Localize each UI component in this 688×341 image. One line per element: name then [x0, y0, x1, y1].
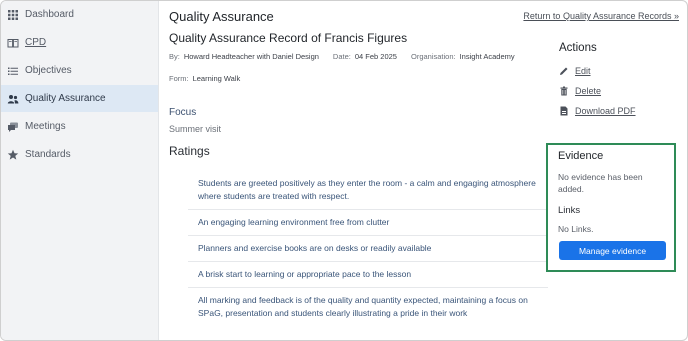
star-icon: [7, 149, 19, 161]
grid-icon: [7, 9, 19, 21]
meta-organisation: Organisation: Insight Academy: [411, 52, 515, 61]
rating-item: Students are greeted positively as they …: [188, 171, 548, 210]
meta-date: Date: 04 Feb 2025: [333, 52, 397, 61]
sidebar-item-meetings[interactable]: Meetings: [1, 113, 158, 140]
rating-item: All marking and feedback is of the quali…: [198, 295, 528, 318]
rating-item: An engaging learning environment free fr…: [188, 210, 548, 236]
rating-item: Planners and exercise books are on desks…: [188, 236, 548, 262]
sidebar-item-label: Dashboard: [25, 9, 74, 20]
delete-action[interactable]: Delete: [559, 86, 601, 96]
record-meta: By: Howard Headteacher with Daniel Design…: [169, 52, 515, 61]
pencil-icon: [559, 66, 569, 76]
meta-by-label: By:: [169, 52, 180, 61]
ratings-heading: Ratings: [169, 144, 210, 158]
meta-form-label: Form:: [169, 74, 189, 83]
record-title: Quality Assurance Record of Francis Figu…: [169, 31, 408, 45]
manage-evidence-button[interactable]: Manage evidence: [559, 241, 666, 260]
edit-link[interactable]: Edit: [575, 66, 591, 76]
sidebar-item-label: Quality Assurance: [25, 93, 106, 104]
sidebar-item-standards[interactable]: Standards: [1, 141, 158, 168]
meta-by: By: Howard Headteacher with Daniel Design: [169, 52, 319, 61]
sidebar-item-label: Objectives: [25, 65, 72, 76]
return-to-records-link[interactable]: Return to Quality Assurance Records »: [523, 11, 679, 21]
evidence-heading: Evidence: [558, 150, 604, 162]
chat-icon: [7, 121, 19, 133]
meta-form: Form: Learning Walk: [169, 74, 240, 83]
download-pdf-link[interactable]: Download PDF: [575, 106, 636, 116]
meta-form-value: Learning Walk: [192, 74, 241, 83]
evidence-empty-text: No evidence has been added.: [558, 172, 643, 194]
app-window: Dashboard CPD Objectives Quality Assuran…: [0, 0, 688, 341]
list-icon: [7, 65, 19, 77]
sidebar-item-label: Meetings: [25, 121, 66, 132]
edit-action[interactable]: Edit: [559, 66, 591, 76]
actions-heading: Actions: [559, 42, 597, 54]
page-title: Quality Assurance: [169, 9, 274, 24]
sidebar-nav: Dashboard CPD Objectives Quality Assuran…: [1, 1, 158, 168]
meta-org-value: Insight Academy: [459, 52, 515, 61]
ratings-list: Students are greeted positively as they …: [188, 171, 548, 326]
main-content: Quality Assurance Return to Quality Assu…: [159, 1, 687, 340]
file-pdf-icon: [559, 106, 569, 116]
sidebar-item-objectives[interactable]: Objectives: [1, 57, 158, 84]
meta-date-label: Date:: [332, 52, 351, 61]
trash-icon: [559, 86, 569, 96]
meta-date-value: 04 Feb 2025: [354, 52, 397, 61]
evidence-panel: Evidence No evidence has been added. Lin…: [546, 143, 676, 272]
meta-by-value: Howard Headteacher with Daniel Design: [183, 52, 319, 61]
rating-item: A brisk start to learning or appropriate…: [188, 262, 548, 288]
sidebar-item-label: CPD: [25, 37, 47, 48]
delete-link[interactable]: Delete: [575, 86, 601, 96]
links-heading: Links: [558, 205, 581, 216]
focus-value: Summer visit: [169, 124, 222, 134]
meta-org-label: Organisation:: [410, 52, 456, 61]
download-pdf-action[interactable]: Download PDF: [559, 106, 636, 116]
book-icon: [7, 37, 19, 49]
users-icon: [7, 93, 19, 105]
sidebar-item-dashboard[interactable]: Dashboard: [1, 1, 158, 28]
sidebar-item-quality-assurance[interactable]: Quality Assurance: [1, 85, 158, 112]
links-empty-text: No Links.: [558, 224, 594, 234]
sidebar-item-label: Standards: [25, 149, 71, 160]
focus-heading: Focus: [169, 107, 197, 118]
sidebar-item-cpd[interactable]: CPD: [1, 29, 158, 56]
sidebar: Dashboard CPD Objectives Quality Assuran…: [1, 1, 159, 340]
